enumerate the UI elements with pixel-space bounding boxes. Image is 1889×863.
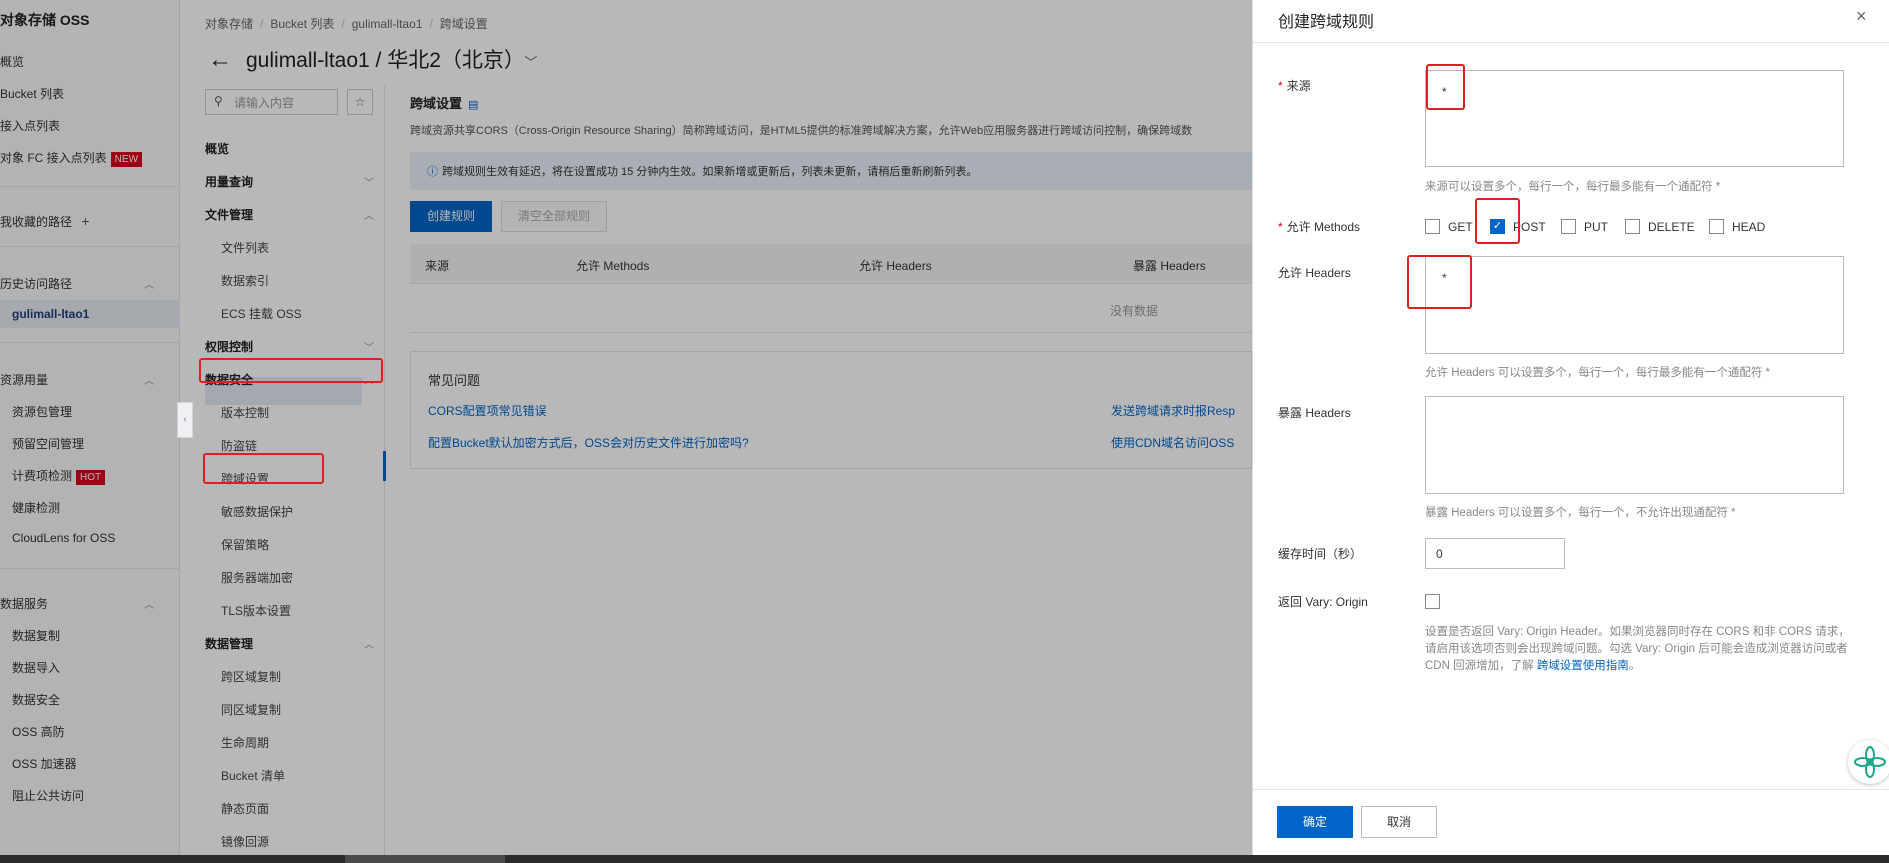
- close-icon[interactable]: ×: [1856, 6, 1867, 27]
- checkbox-label: HEAD: [1732, 220, 1766, 234]
- origin-value: *: [1442, 85, 1447, 99]
- required-mark: *: [1278, 79, 1283, 93]
- divider: [1253, 42, 1889, 43]
- cancel-button[interactable]: 取消: [1361, 806, 1437, 838]
- checkbox-label: POST: [1513, 220, 1546, 234]
- expose-headers-label: 暴露 Headers: [1278, 406, 1351, 420]
- assistant-button[interactable]: [1848, 740, 1889, 784]
- origin-label-text: 来源: [1286, 79, 1311, 93]
- vary-hint-tail: 。: [1628, 660, 1641, 672]
- checkbox-put[interactable]: [1561, 219, 1576, 234]
- cache-input[interactable]: 0: [1425, 538, 1565, 569]
- os-taskbar: [0, 855, 1889, 863]
- methods-label-text: 允许 Methods: [1286, 220, 1361, 234]
- vary-checkbox[interactable]: [1425, 594, 1440, 609]
- checkbox-label: DELETE: [1648, 220, 1695, 234]
- cors-guide-link[interactable]: 跨域设置使用指南: [1537, 660, 1629, 672]
- allow-headers-label: 允许 Headers: [1278, 266, 1351, 280]
- origin-hint: 来源可以设置多个，每行一个，每行最多能有一个通配符 *: [1425, 181, 1721, 193]
- create-cors-rule-drawer: 创建跨域规则 × * 来源 * 来源可以设置多个，每行一个，每行最多能有一个通配符…: [1252, 0, 1889, 855]
- taskbar-segment: [345, 855, 505, 863]
- divider: [1253, 789, 1889, 790]
- confirm-button[interactable]: 确定: [1277, 806, 1353, 838]
- vary-hint: 设置是否返回 Vary: Origin Header。如果浏览器同时存在 COR…: [1425, 624, 1850, 675]
- checkbox-get[interactable]: [1425, 219, 1440, 234]
- allow-headers-textarea[interactable]: *: [1425, 256, 1844, 354]
- assistant-flower-icon: [1854, 746, 1886, 778]
- checkbox-head[interactable]: [1709, 219, 1724, 234]
- cache-label: 缓存时间（秒）: [1278, 547, 1363, 561]
- checkbox-delete[interactable]: [1625, 219, 1640, 234]
- required-mark: *: [1278, 220, 1283, 234]
- checkbox-label: PUT: [1584, 220, 1608, 234]
- origin-label: * 来源: [1278, 77, 1311, 94]
- expose-headers-textarea[interactable]: [1425, 396, 1844, 494]
- drawer-title: 创建跨域规则: [1278, 14, 1375, 31]
- methods-label: * 允许 Methods: [1278, 218, 1360, 235]
- checkbox-post[interactable]: ✓: [1490, 219, 1505, 234]
- allow-headers-value: *: [1442, 271, 1447, 285]
- checkbox-label: GET: [1448, 220, 1473, 234]
- allow-headers-hint: 允许 Headers 可以设置多个，每行一个，每行最多能有一个通配符 *: [1425, 367, 1771, 379]
- collapse-sidebar-icon[interactable]: ‹: [177, 402, 193, 438]
- expose-headers-hint: 暴露 Headers 可以设置多个，每行一个，不允许出现通配符 *: [1425, 507, 1736, 519]
- origin-textarea[interactable]: *: [1425, 70, 1844, 167]
- vary-label: 返回 Vary: Origin: [1278, 595, 1368, 609]
